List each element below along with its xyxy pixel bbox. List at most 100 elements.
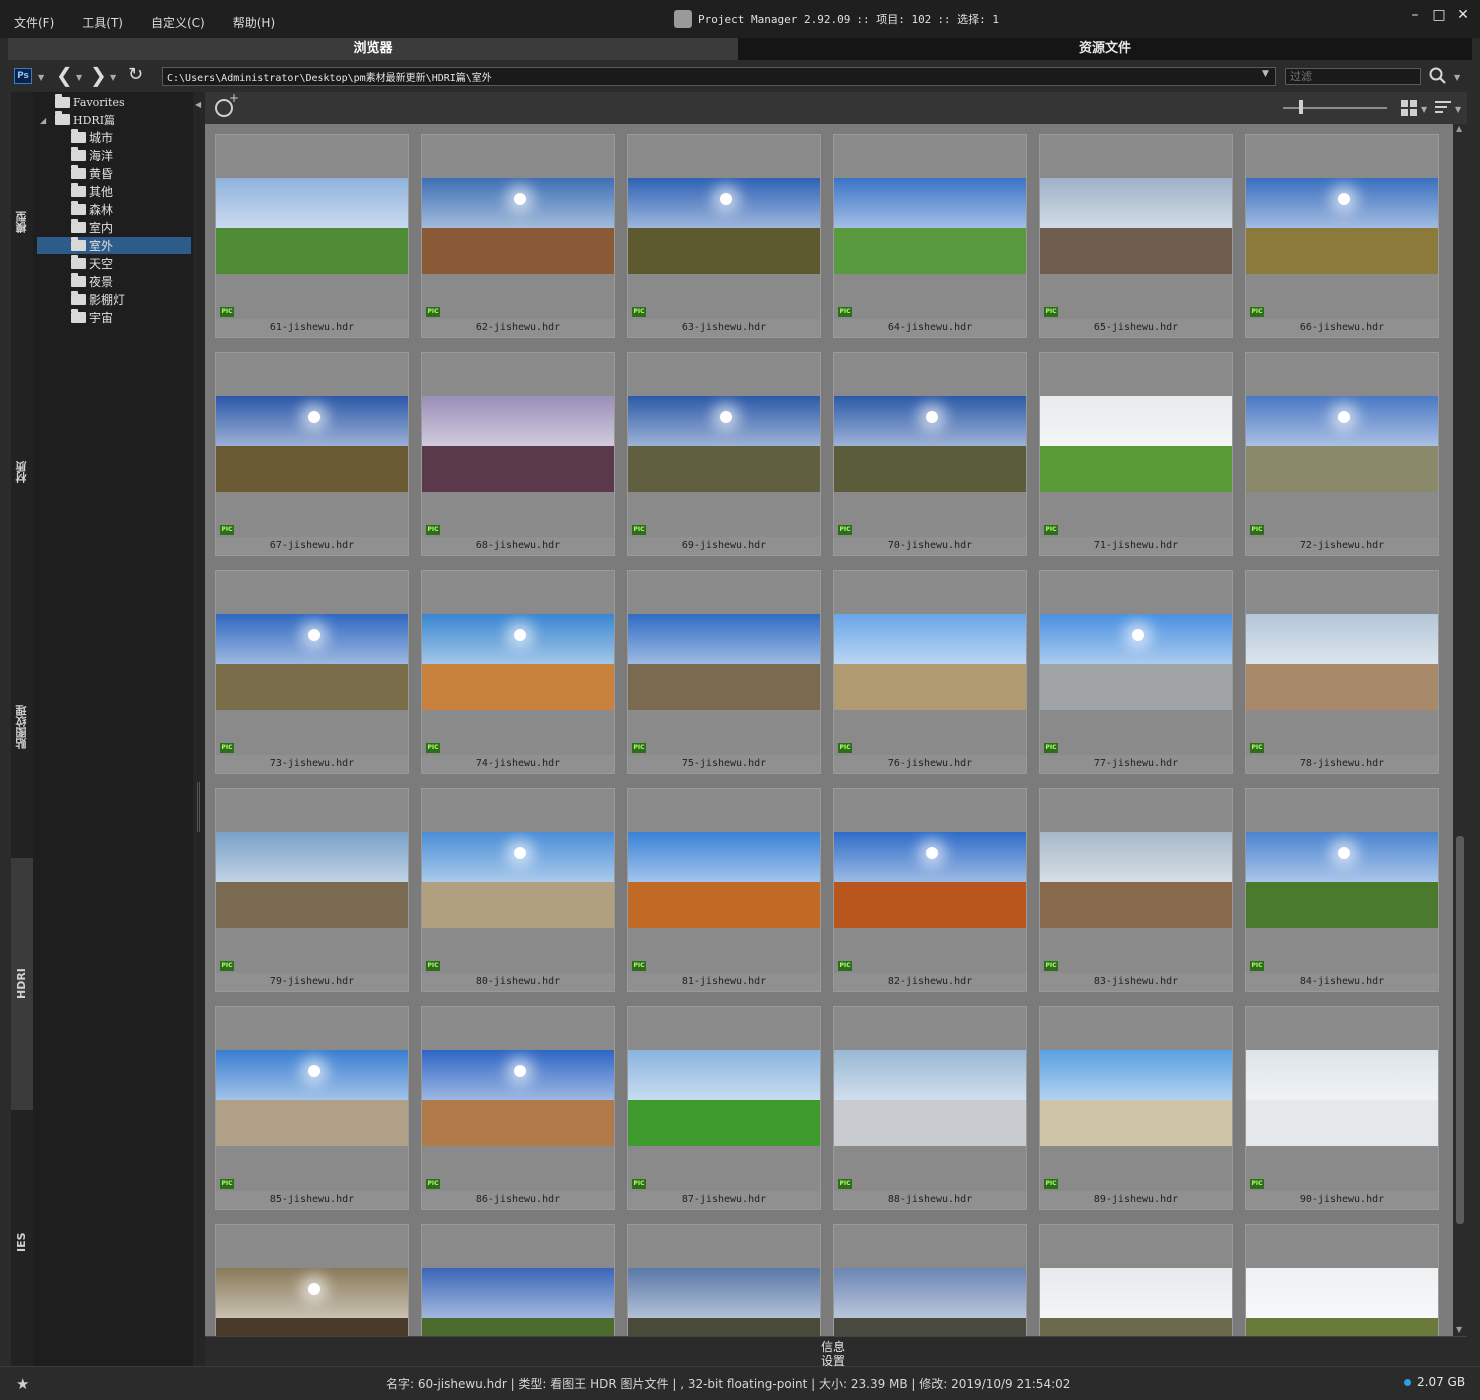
tree-root-hdri[interactable]: HDRI篇 <box>55 111 115 128</box>
tree-item[interactable]: 影棚灯 <box>71 291 125 308</box>
thumbnail-card[interactable]: PIC 72-jishewu.hdr <box>1245 352 1439 556</box>
tree-item[interactable]: 森林 <box>71 201 113 218</box>
thumbnail-card[interactable]: PIC 74-jishewu.hdr <box>421 570 615 774</box>
add-item-icon[interactable] <box>215 91 239 117</box>
thumbnail-card[interactable]: PIC 73-jishewu.hdr <box>215 570 409 774</box>
thumbnail-card[interactable]: PIC 63-jishewu.hdr <box>627 134 821 338</box>
tree-item[interactable]: 宇宙 <box>71 309 113 326</box>
thumbnail-card[interactable]: PIC 69-jishewu.hdr <box>627 352 821 556</box>
thumbnail-card[interactable]: PIC 90-jishewu.hdr <box>1245 1006 1439 1210</box>
thumbnail-card[interactable]: PIC 82-jishewu.hdr <box>833 788 1027 992</box>
thumbnail-card[interactable]: PIC 71-jishewu.hdr <box>1039 352 1233 556</box>
thumbnail-card[interactable]: PIC91-jishewu.hdr <box>215 1224 409 1336</box>
chevron-down-icon[interactable]: ▼ <box>38 73 44 82</box>
menu-customize[interactable]: 自定义(C) <box>147 12 209 33</box>
scroll-down-icon[interactable]: ▼ <box>1456 1325 1462 1334</box>
thumbnail-card[interactable]: PIC 78-jishewu.hdr <box>1245 570 1439 774</box>
tree-item[interactable]: 室外 <box>37 237 191 254</box>
minimize-icon[interactable]: – <box>1408 8 1422 22</box>
tree-item[interactable]: 夜景 <box>71 273 113 290</box>
tree-item[interactable]: 天空 <box>71 255 113 272</box>
tree-favorites[interactable]: Favorites <box>55 94 125 111</box>
tree-item[interactable]: 城市 <box>71 129 113 146</box>
sidetab-hdri[interactable]: HDRI <box>11 858 33 1110</box>
thumbnail-card[interactable]: PIC 66-jishewu.hdr <box>1245 134 1439 338</box>
tree-item-label: 海洋 <box>89 149 114 163</box>
filter-input[interactable] <box>1285 68 1421 85</box>
sidetab-materials[interactable]: 材质 <box>11 442 33 502</box>
panel-splitter[interactable]: ◀ <box>193 92 205 1366</box>
grid-view-icon[interactable] <box>1401 100 1417 116</box>
slider-thumb[interactable] <box>1299 100 1303 114</box>
vertical-scrollbar[interactable]: ▲ ▼ <box>1453 124 1467 1336</box>
scrollbar-thumb[interactable] <box>1456 836 1464 1224</box>
thumbnail-card[interactable]: PIC92-jishewu.hdr <box>421 1224 615 1336</box>
collapse-panel-icon[interactable]: ◀ <box>195 100 201 109</box>
file-name: 63-jishewu.hdr <box>628 319 820 337</box>
maximize-icon[interactable]: □ <box>1432 8 1446 22</box>
tree-item[interactable]: 其他 <box>71 183 113 200</box>
thumbnail-card[interactable]: PIC 76-jishewu.hdr <box>833 570 1027 774</box>
sidetab-ies[interactable]: IES <box>11 1212 33 1272</box>
thumbnail-card[interactable]: PIC 89-jishewu.hdr <box>1039 1006 1233 1210</box>
close-icon[interactable]: ✕ <box>1456 8 1470 22</box>
tree-item-label: 室外 <box>89 239 114 253</box>
thumbnail-card[interactable]: PIC 61-jishewu.hdr <box>215 134 409 338</box>
splitter-grip[interactable] <box>197 782 200 832</box>
file-name: 64-jishewu.hdr <box>834 319 1026 337</box>
thumbnail-card[interactable]: PIC 64-jishewu.hdr <box>833 134 1027 338</box>
thumbnail-card[interactable]: PIC 77-jishewu.hdr <box>1039 570 1233 774</box>
thumbnail-card[interactable]: PIC 80-jishewu.hdr <box>421 788 615 992</box>
tree-item[interactable]: 海洋 <box>71 147 113 164</box>
menu-file[interactable]: 文件(F) <box>10 12 58 33</box>
hdri-preview <box>216 832 408 928</box>
thumbnail-card[interactable]: PIC95-jishewu.hdr <box>1039 1224 1233 1336</box>
view-options-chevron-icon[interactable]: ▼ <box>1421 105 1427 114</box>
path-input[interactable] <box>162 67 1276 86</box>
path-dropdown-icon[interactable]: ▼ <box>1262 69 1269 79</box>
file-name: 69-jishewu.hdr <box>628 537 820 555</box>
tree-item-label: 室内 <box>89 221 114 235</box>
thumbnail-card[interactable]: PIC94-jishewu.hdr <box>833 1224 1027 1336</box>
star-icon[interactable]: ★ <box>16 1375 29 1393</box>
tree-expand-icon[interactable]: ◢ <box>40 116 46 125</box>
tab-resources[interactable]: 资源文件 <box>738 38 1472 60</box>
thumbnail-card[interactable]: PIC 81-jishewu.hdr <box>627 788 821 992</box>
menu-help[interactable]: 帮助(H) <box>229 12 279 33</box>
sort-icon[interactable] <box>1435 101 1451 115</box>
thumbnail-card[interactable]: PIC 68-jishewu.hdr <box>421 352 615 556</box>
tab-browser[interactable]: 浏览器 <box>8 38 738 60</box>
tree-item[interactable]: 室内 <box>71 219 113 236</box>
thumbnail-card[interactable]: PIC 62-jishewu.hdr <box>421 134 615 338</box>
hdri-preview <box>1246 178 1438 274</box>
thumbnail-card[interactable]: PIC 85-jishewu.hdr <box>215 1006 409 1210</box>
thumbnail-card[interactable]: PIC 79-jishewu.hdr <box>215 788 409 992</box>
scroll-up-icon[interactable]: ▲ <box>1456 124 1462 133</box>
refresh-icon[interactable]: ↻ <box>128 64 143 86</box>
thumbnail-card[interactable]: PIC93-jishewu.hdr <box>627 1224 821 1336</box>
thumbnail-card[interactable]: PIC 65-jishewu.hdr <box>1039 134 1233 338</box>
sidetab-models[interactable]: 模型 <box>11 192 33 252</box>
search-options-chevron-icon[interactable]: ▼ <box>1454 73 1460 82</box>
thumbnail-card[interactable]: PIC 86-jishewu.hdr <box>421 1006 615 1210</box>
sort-options-chevron-icon[interactable]: ▼ <box>1455 105 1461 114</box>
thumbnail-card[interactable]: PIC 87-jishewu.hdr <box>627 1006 821 1210</box>
photoshop-icon[interactable]: Ps <box>14 68 32 84</box>
search-icon[interactable] <box>1428 66 1448 86</box>
thumbnail-card[interactable]: PIC 75-jishewu.hdr <box>627 570 821 774</box>
thumbnail-card[interactable]: PIC 67-jishewu.hdr <box>215 352 409 556</box>
tree-item[interactable]: 黄昏 <box>71 165 113 182</box>
thumbnail-card[interactable]: PIC 88-jishewu.hdr <box>833 1006 1027 1210</box>
thumbnail-card[interactable]: PIC 70-jishewu.hdr <box>833 352 1027 556</box>
forward-icon[interactable]: ❯ <box>90 64 107 86</box>
back-history-chevron-icon[interactable]: ▼ <box>76 73 82 82</box>
sidetab-textures[interactable]: 贴图纹理 <box>11 682 33 772</box>
thumbnail-card[interactable]: PIC 83-jishewu.hdr <box>1039 788 1233 992</box>
thumbnail-card[interactable]: PIC 84-jishewu.hdr <box>1245 788 1439 992</box>
back-icon[interactable]: ❮ <box>56 64 73 86</box>
pic-type-icon: PIC <box>632 961 646 971</box>
forward-history-chevron-icon[interactable]: ▼ <box>110 73 116 82</box>
menu-tools[interactable]: 工具(T) <box>78 12 127 33</box>
pic-type-icon: PIC <box>1044 1179 1058 1189</box>
thumbnail-card[interactable]: PIC96-jishewu.hdr <box>1245 1224 1439 1336</box>
